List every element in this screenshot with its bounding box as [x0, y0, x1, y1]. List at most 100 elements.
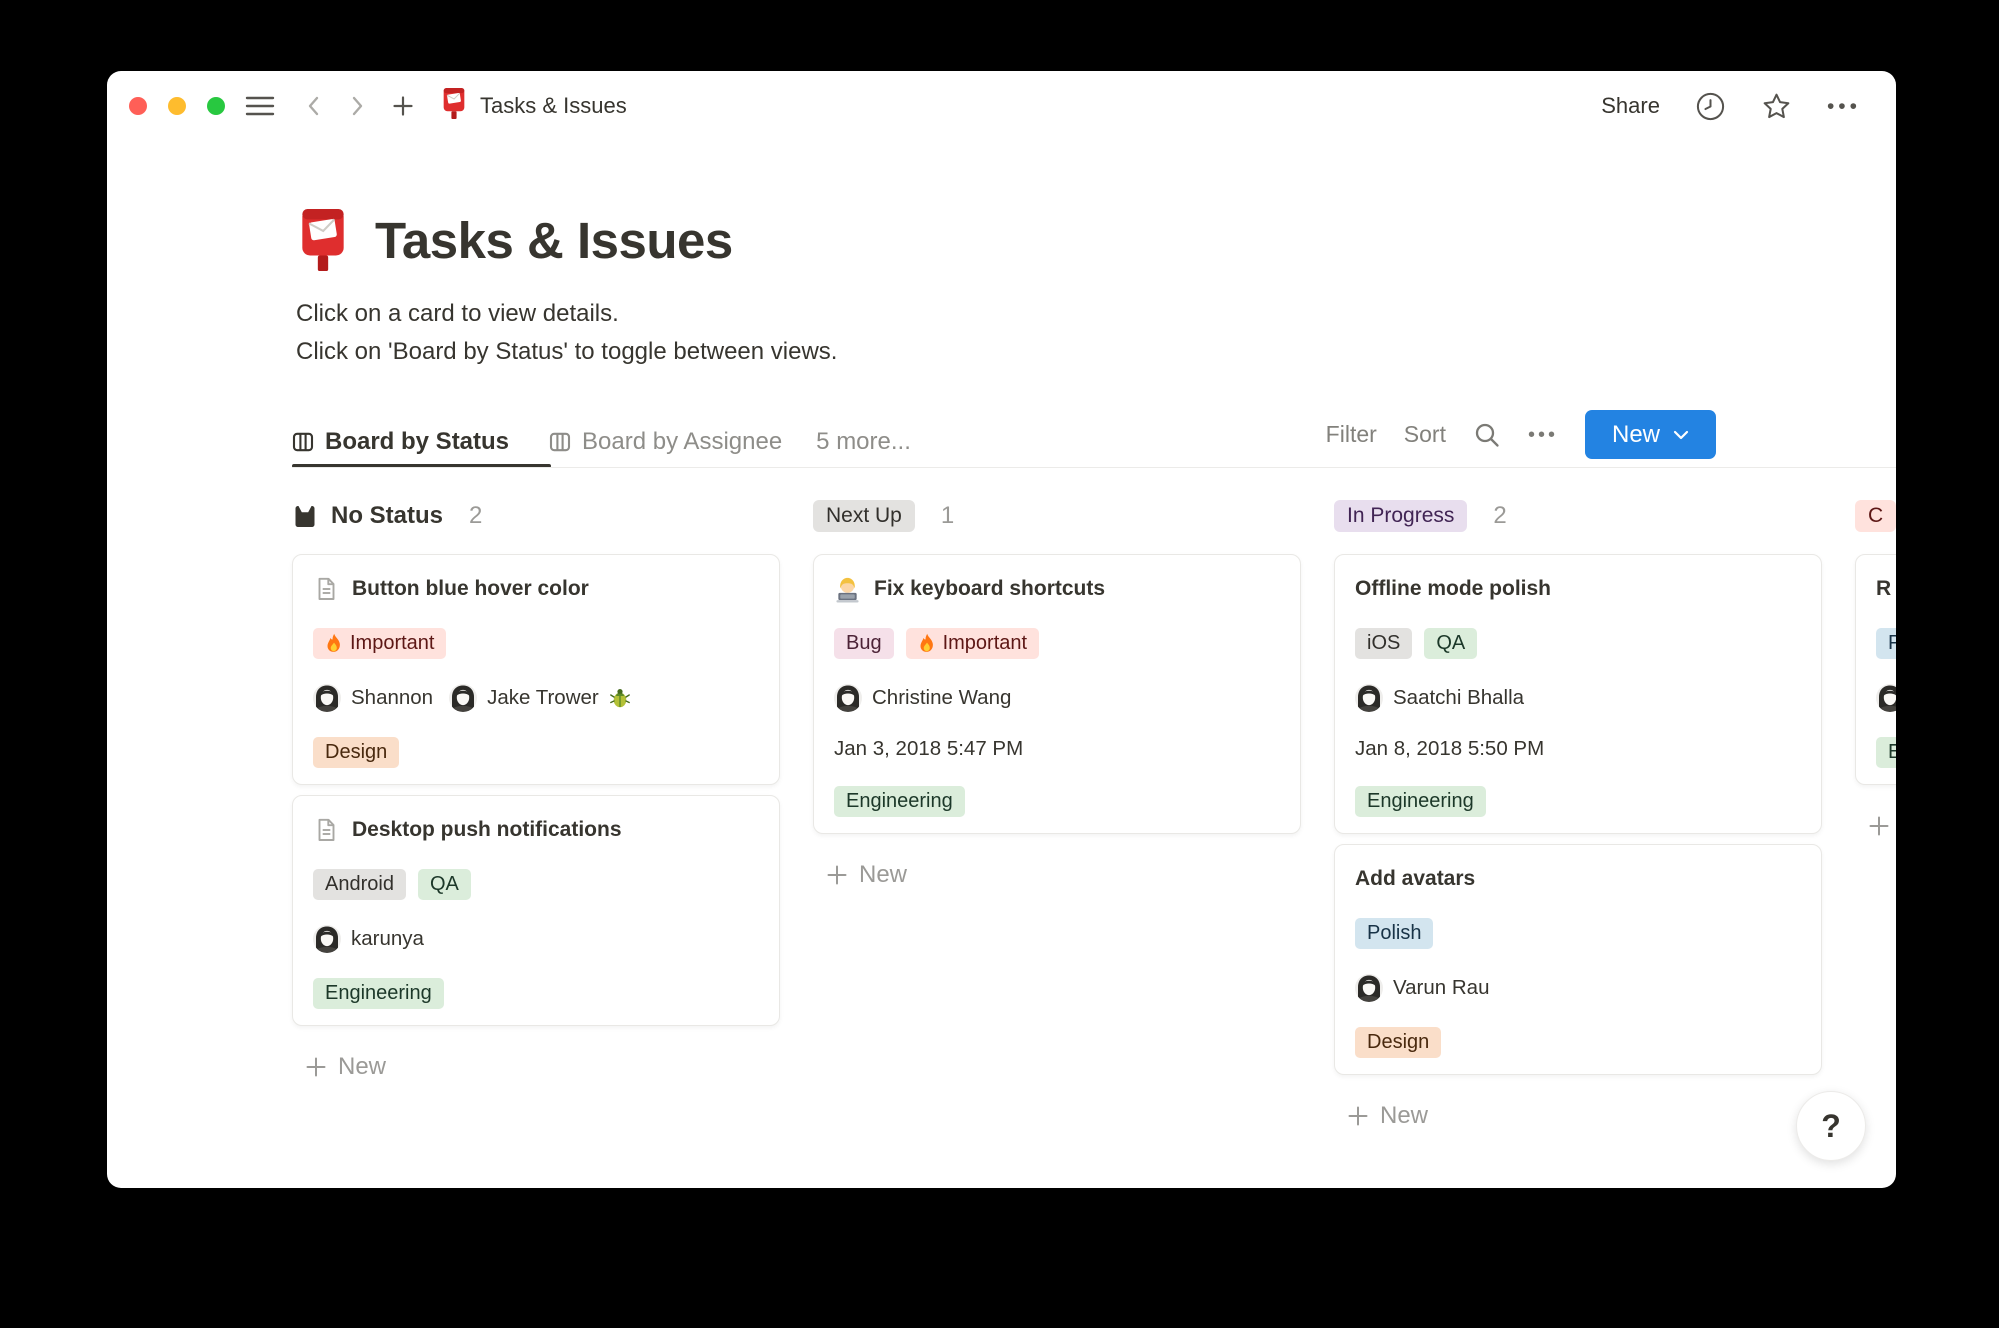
add-card-button[interactable]: New [292, 1053, 780, 1081]
tag-engineering: Engineering [313, 978, 444, 1009]
person-name: Varun Rau [1393, 976, 1490, 999]
help-button[interactable]: ? [1796, 1091, 1866, 1161]
back-icon[interactable] [306, 94, 320, 118]
card-tags-row: E [1876, 737, 1896, 768]
add-card-button[interactable]: New [1855, 812, 1896, 840]
column-header-no-status[interactable]: No Status 2 [292, 500, 780, 532]
board-column-next-up: Next Up 1 Fix keyboard shortcuts Bug Importa… [813, 500, 1301, 889]
forward-icon[interactable] [351, 94, 365, 118]
board-card[interactable]: Fix keyboard shortcuts Bug Important Christ… [813, 554, 1301, 834]
more-views-button[interactable]: 5 more... [816, 428, 911, 456]
person-name: karunya [351, 927, 424, 950]
tag-important: Important [313, 628, 447, 659]
card-tags-row: Engineering [313, 978, 759, 1009]
card-people-row: Varun Rau [1355, 974, 1801, 1002]
toolbar-divider [292, 467, 1896, 468]
view-more-options-icon[interactable]: ••• [1528, 425, 1558, 445]
window-titlebar: Tasks & Issues Share ••• [107, 71, 1896, 141]
kanban-board: No Status 2 Button blue hover color Importa… [292, 500, 1896, 1130]
history-clock-icon[interactable] [1695, 91, 1726, 122]
new-button[interactable]: New [1585, 410, 1716, 459]
card-tags-row: Design [313, 737, 759, 768]
zoom-window-button[interactable] [207, 97, 225, 115]
notion-window: Tasks & Issues Share ••• Tasks & Issues … [107, 71, 1896, 1188]
minimize-window-button[interactable] [168, 97, 186, 115]
column-title-pill: In Progress [1334, 500, 1468, 532]
new-tab-plus-icon[interactable] [391, 94, 415, 118]
tag-label: Engineering [1367, 790, 1474, 812]
avatar [1876, 684, 1896, 712]
filter-button[interactable]: Filter [1326, 421, 1377, 448]
person-name: Saatchi Bhalla [1393, 686, 1525, 709]
card-people-row: karunya [313, 925, 759, 953]
desktop-background: Tasks & Issues Share ••• Tasks & Issues … [0, 0, 1999, 1328]
column-card-count: 1 [940, 502, 955, 529]
column-header-completed-clipped[interactable]: C [1855, 500, 1896, 532]
avatar [1355, 974, 1383, 1002]
card-title-text: Fix keyboard shortcuts [874, 577, 1106, 600]
tag-label: QA [1436, 632, 1466, 654]
board-card[interactable]: Add avatars Polish Varun Rau Design [1334, 844, 1822, 1075]
card-tags-row: Android QA [313, 869, 759, 900]
person: Saatchi Bhalla [1355, 684, 1524, 712]
card-tags-row: Polish [1355, 918, 1801, 949]
card-title: Fix keyboard shortcuts [834, 575, 1280, 603]
card-title: Add avatars [1355, 865, 1801, 893]
add-card-label: New [1380, 1102, 1429, 1129]
page-description: Click on a card to view details. Click o… [296, 295, 837, 371]
sort-button[interactable]: Sort [1404, 421, 1446, 448]
plus-icon [826, 864, 848, 886]
card-tags-row: Design [1355, 1027, 1801, 1058]
board-card[interactable]: Offline mode polish iOS QA Saatchi Bhalla Ja… [1334, 554, 1822, 834]
column-header-in-progress[interactable]: In Progress 2 [1334, 500, 1822, 532]
board-view-icon [292, 431, 314, 453]
window-tab[interactable]: Tasks & Issues [441, 87, 627, 125]
avatar [834, 684, 862, 712]
card-tags-row: Bug Important [834, 628, 1280, 659]
plus-icon [1868, 815, 1890, 837]
tag-label: P [1888, 632, 1896, 654]
column-title-pill: Next Up [813, 500, 915, 532]
card-title: Button blue hover color [313, 575, 759, 603]
column-card-count: 2 [1493, 502, 1507, 529]
add-card-label: New [859, 861, 908, 888]
tag-design: Design [1355, 1027, 1442, 1058]
avatar [313, 684, 341, 712]
tag-label: Bug [846, 632, 882, 654]
card-tags-row: Engineering [834, 786, 1280, 817]
add-card-button[interactable]: New [1334, 1102, 1822, 1130]
close-window-button[interactable] [129, 97, 147, 115]
column-header-next-up[interactable]: Next Up 1 [813, 500, 1301, 532]
tag-engineering: Engineering [834, 786, 965, 817]
view-tabs: Board by Status Board by Assignee 5 more… [292, 428, 911, 456]
tag-important: Important [905, 628, 1040, 659]
board-column-in-progress: In Progress 2 Offline mode polish iOS QA Saat… [1334, 500, 1822, 1130]
card-tags-row: P [1876, 628, 1896, 659]
card-title: Offline mode polish [1355, 575, 1801, 603]
card-title-text: Desktop push notifications [352, 818, 622, 841]
tab-board-by-assignee[interactable]: Board by Assignee [549, 428, 782, 456]
favorite-star-icon[interactable] [1761, 91, 1792, 122]
search-icon[interactable] [1473, 421, 1501, 449]
add-card-button[interactable]: New [813, 861, 1301, 889]
card-tags-row: iOS QA [1355, 628, 1801, 659]
card-title-text: R [1876, 577, 1892, 600]
board-card[interactable]: Desktop push notifications Android QA karun… [292, 795, 780, 1026]
postbox-icon [441, 87, 467, 125]
card-date: Jan 8, 2018 5:50 PM [1355, 737, 1545, 760]
card-people-row: Saatchi Bhalla [1355, 684, 1801, 712]
tag-label: Engineering [325, 982, 432, 1004]
board-card[interactable]: Button blue hover color Important Shannon J… [292, 554, 780, 785]
avatar [449, 684, 478, 712]
page-postbox-icon[interactable] [297, 209, 349, 271]
tag-label: QA [429, 873, 459, 895]
tab-label: Board by Assignee [582, 428, 783, 455]
tab-board-by-status[interactable]: Board by Status [292, 428, 509, 456]
person [1876, 684, 1896, 712]
sidebar-menu-icon[interactable] [245, 94, 275, 118]
share-button[interactable]: Share [1601, 93, 1660, 119]
board-card[interactable]: R P E [1855, 554, 1896, 785]
more-options-icon[interactable]: ••• [1827, 96, 1861, 117]
person: Christine Wang [834, 684, 1011, 712]
view-controls: Filter Sort ••• New [1326, 410, 1716, 459]
